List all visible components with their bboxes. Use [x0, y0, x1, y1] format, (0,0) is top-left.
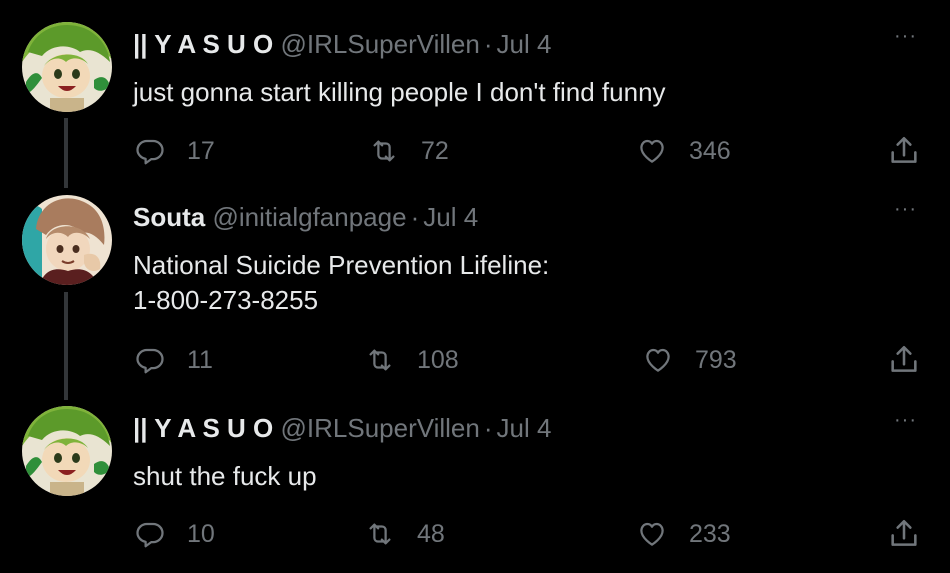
avatar[interactable]: [22, 22, 112, 112]
tweet-header: || Y A S U O @IRLSuperVillen · Jul 4: [133, 27, 551, 61]
retweet-button[interactable]: 48: [365, 514, 445, 554]
tweet-text: just gonna start killing people I don't …: [133, 75, 666, 110]
like-icon: [646, 348, 670, 372]
tweet-date[interactable]: Jul 4: [423, 202, 478, 232]
retweet-icon: [369, 349, 391, 371]
reply-icon: [136, 139, 164, 165]
like-button[interactable]: 233: [637, 514, 731, 554]
tweet[interactable]: || Y A S U O @IRLSuperVillen · Jul 4 ··· s…: [0, 406, 950, 573]
reply-button[interactable]: 11: [135, 340, 213, 380]
like-count: 233: [689, 519, 731, 548]
tweet-date[interactable]: Jul 4: [497, 29, 552, 59]
tweet-header: Souta @initialgfanpage · Jul 4: [133, 200, 478, 234]
tweet-header: || Y A S U O @IRLSuperVillen · Jul 4: [133, 411, 551, 445]
tweet-actions: 17 72 346: [0, 131, 950, 171]
tweet[interactable]: Souta @initialgfanpage · Jul 4 ··· Nationa…: [0, 195, 950, 400]
tweet-text-line: just gonna start killing people I don't …: [133, 77, 666, 107]
retweet-icon: [369, 523, 391, 545]
reply-button[interactable]: 10: [135, 514, 215, 554]
tweet-text-line: National Suicide Prevention Lifeline:: [133, 250, 550, 280]
like-icon: [640, 522, 664, 546]
reply-count: 10: [187, 519, 215, 548]
like-icon: [640, 139, 664, 163]
retweet-icon: [373, 140, 395, 162]
share-icon[interactable]: [887, 343, 921, 377]
like-count: 793: [695, 345, 737, 374]
like-count: 346: [689, 136, 731, 165]
retweet-count: 48: [417, 519, 445, 548]
avatar[interactable]: [22, 406, 112, 496]
retweet-count: 108: [417, 345, 459, 374]
user-handle[interactable]: @IRLSuperVillen: [281, 29, 480, 59]
more-icon[interactable]: ···: [894, 199, 924, 222]
share-icon[interactable]: [887, 134, 921, 168]
reply-icon: [136, 522, 164, 548]
tweet-text: shut the fuck up: [133, 459, 317, 494]
retweet-button[interactable]: 72: [369, 131, 449, 171]
reply-count: 17: [187, 136, 215, 165]
reply-button[interactable]: 17: [135, 131, 215, 171]
retweet-button[interactable]: 108: [365, 340, 459, 380]
reply-count: 11: [187, 345, 213, 374]
avatar[interactable]: [22, 195, 112, 285]
tweet-text-line: 1-800-273-8255: [133, 285, 319, 315]
green-haired-character-avatar-icon: [22, 406, 112, 496]
display-name[interactable]: || Y A S U O: [133, 413, 273, 443]
share-icon[interactable]: [887, 517, 921, 551]
tweet-date[interactable]: Jul 4: [497, 413, 552, 443]
retweet-count: 72: [421, 136, 449, 165]
tweet[interactable]: || Y A S U O @IRLSuperVillen · Jul 4 ··· j…: [0, 22, 950, 197]
more-icon[interactable]: ···: [894, 26, 924, 49]
user-handle[interactable]: @initialgfanpage: [212, 202, 406, 232]
reply-icon: [136, 348, 164, 374]
green-haired-character-avatar-icon: [22, 22, 112, 112]
like-button[interactable]: 793: [643, 340, 737, 380]
user-handle[interactable]: @IRLSuperVillen: [281, 413, 480, 443]
separator-dot: ·: [410, 202, 420, 232]
separator-dot: ·: [483, 413, 493, 443]
tweet-text: National Suicide Prevention Lifeline: 1-…: [133, 248, 549, 318]
like-button[interactable]: 346: [637, 131, 731, 171]
tweet-actions: 10 48 233: [0, 514, 950, 554]
brown-haired-character-avatar-icon: [22, 195, 112, 285]
display-name[interactable]: Souta: [133, 202, 205, 232]
tweet-text-line: shut the fuck up: [133, 461, 317, 491]
tweet-thread: || Y A S U O @IRLSuperVillen · Jul 4 ··· j…: [0, 0, 950, 573]
display-name[interactable]: || Y A S U O: [133, 29, 273, 59]
more-icon[interactable]: ···: [894, 410, 924, 433]
tweet-actions: 11 108 793: [0, 340, 950, 380]
separator-dot: ·: [483, 29, 493, 59]
